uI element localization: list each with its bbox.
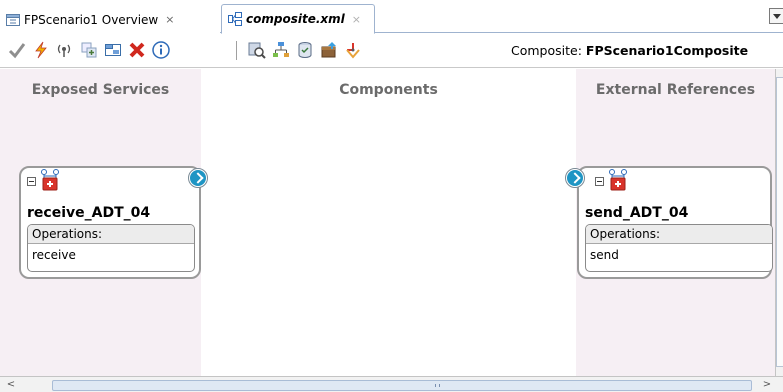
operations-header: Operations:	[28, 225, 194, 244]
overview-icon	[6, 13, 20, 27]
collapse-icon[interactable]	[27, 177, 36, 186]
tab-label: FPScenario1 Overview	[24, 12, 159, 27]
tab-fpscenario1-overview[interactable]: FPScenario1 Overview ×	[0, 6, 220, 33]
delete-icon[interactable]	[128, 41, 146, 59]
adapter-icon	[608, 169, 628, 193]
adapter-icon	[40, 169, 60, 193]
close-icon[interactable]: ×	[352, 13, 361, 26]
service-wire-arrow-icon[interactable]	[188, 168, 208, 188]
composite-icon	[228, 12, 242, 26]
database-icon[interactable]	[296, 41, 314, 59]
operation-item[interactable]: receive	[28, 244, 194, 262]
info-icon[interactable]	[152, 41, 170, 59]
close-icon[interactable]: ×	[165, 13, 174, 26]
composite-name: FPScenario1Composite	[585, 43, 749, 58]
operations-box: Operations: send	[585, 224, 773, 272]
service-card-receive-adt-04[interactable]: receive_ADT_04 Operations: receive	[19, 166, 201, 279]
lightning-icon[interactable]	[32, 41, 50, 59]
vertical-scrollbar[interactable]	[775, 69, 783, 376]
trace-icon[interactable]	[344, 41, 362, 59]
tab-label: composite.xml	[246, 12, 345, 26]
horizontal-scrollbar[interactable]: < >	[0, 376, 783, 392]
lane-title-components: Components	[339, 82, 438, 98]
wireless-icon[interactable]	[55, 41, 73, 59]
validate-icon[interactable]	[8, 41, 26, 59]
operations-box: Operations: receive	[27, 224, 195, 272]
lane-title-external-references: External References	[595, 82, 756, 98]
tree-icon[interactable]	[272, 41, 290, 59]
reference-wire-arrow-icon[interactable]	[565, 168, 585, 188]
add-component-icon[interactable]	[80, 41, 98, 59]
editor-tab-bar: FPScenario1 Overview × composite.xml ×	[0, 0, 783, 34]
group-icon[interactable]	[104, 41, 122, 59]
composite-label: Composite:	[511, 43, 582, 58]
composite-title: Composite: FPScenario1Composite	[511, 43, 748, 58]
tab-composite-xml[interactable]: composite.xml ×	[221, 4, 375, 34]
collapse-icon[interactable]	[595, 177, 604, 186]
reference-name: send_ADT_04	[585, 205, 689, 221]
reference-card-send-adt-04[interactable]: send_ADT_04 Operations: send	[577, 166, 773, 279]
scroll-left-icon[interactable]: <	[6, 380, 16, 390]
operation-item[interactable]: send	[586, 244, 772, 262]
operations-header: Operations:	[586, 225, 772, 244]
scroll-right-icon[interactable]: >	[762, 380, 772, 390]
tab-list-dropdown[interactable]	[769, 8, 783, 24]
horizontal-scrollbar-thumb[interactable]	[52, 380, 752, 391]
service-name: receive_ADT_04	[27, 205, 151, 221]
toolbar-separator	[236, 41, 237, 60]
search-icon[interactable]	[248, 41, 266, 59]
lane-title-exposed-services: Exposed Services	[31, 82, 170, 98]
composite-canvas[interactable]: Exposed Services Components External Ref…	[0, 69, 775, 376]
composite-toolbar: Composite: FPScenario1Composite	[0, 34, 783, 68]
components-lane: Components	[201, 69, 576, 376]
deploy-icon[interactable]	[320, 41, 338, 59]
vertical-scrollbar-thumb[interactable]	[776, 77, 783, 367]
